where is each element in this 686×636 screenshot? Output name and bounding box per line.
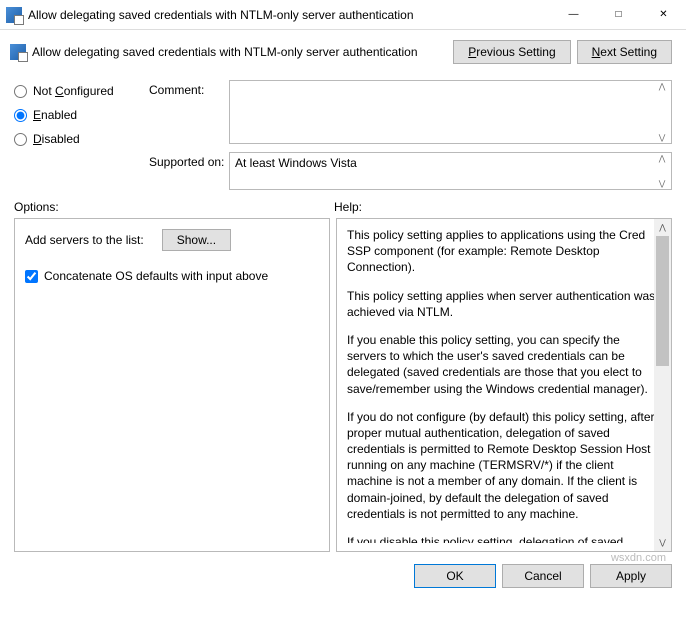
radio-disabled[interactable]: Disabled [14, 132, 149, 146]
help-paragraph: If you enable this policy setting, you c… [347, 332, 657, 397]
show-button[interactable]: Show... [162, 229, 231, 251]
scroll-down-icon[interactable]: ⋁ [654, 534, 671, 551]
footer: OK Cancel Apply [0, 552, 686, 588]
radio-not-configured-label: Not Configured [33, 84, 114, 98]
help-paragraph: This policy setting applies when server … [347, 288, 657, 320]
help-pane: This policy setting applies to applicati… [336, 218, 672, 552]
panes: Add servers to the list: Show... Concate… [0, 218, 686, 552]
radio-enabled-label: Enabled [33, 108, 77, 122]
options-section-label: Options: [14, 200, 334, 214]
concatenate-label: Concatenate OS defaults with input above [44, 269, 268, 283]
options-pane: Add servers to the list: Show... Concate… [14, 218, 330, 552]
state-radios: Not Configured Enabled Disabled [14, 80, 149, 198]
settings-area: Not Configured Enabled Disabled Comment:… [0, 74, 686, 198]
maximize-button[interactable]: □ [596, 0, 641, 29]
radio-not-configured[interactable]: Not Configured [14, 84, 149, 98]
radio-disabled-label: Disabled [33, 132, 80, 146]
radio-enabled[interactable]: Enabled [14, 108, 149, 122]
help-text: This policy setting applies to applicati… [347, 227, 665, 543]
scroll-up-icon[interactable]: ⋀ [654, 219, 671, 236]
supported-value: At least Windows Vista [235, 156, 357, 170]
comment-field-wrapper: ⋀⋁ [229, 80, 672, 144]
close-button[interactable]: ✕ [641, 0, 686, 29]
concatenate-checkbox[interactable] [25, 270, 38, 283]
policy-title: Allow delegating saved credentials with … [32, 45, 447, 59]
comment-scrollbar[interactable]: ⋀⋁ [654, 82, 670, 142]
help-paragraph: This policy setting applies to applicati… [347, 227, 657, 276]
ok-button[interactable]: OK [414, 564, 496, 588]
cancel-button[interactable]: Cancel [502, 564, 584, 588]
minimize-button[interactable]: — [551, 0, 596, 29]
help-scrollbar[interactable]: ⋀ ⋁ [654, 219, 671, 551]
supported-scrollbar[interactable]: ⋀⋁ [654, 154, 670, 188]
add-servers-label: Add servers to the list: [25, 233, 144, 247]
supported-field: At least Windows Vista ⋀⋁ [229, 152, 672, 190]
fields-column: Comment: ⋀⋁ Supported on: At least Windo… [149, 80, 672, 198]
scroll-thumb[interactable] [656, 236, 669, 366]
comment-row: Comment: ⋀⋁ [149, 80, 672, 144]
help-paragraph: If you do not configure (by default) thi… [347, 409, 657, 522]
supported-row: Supported on: At least Windows Vista ⋀⋁ [149, 152, 672, 190]
window-title: Allow delegating saved credentials with … [28, 8, 551, 22]
radio-disabled-input[interactable] [14, 133, 27, 146]
app-icon [6, 7, 22, 23]
header: Allow delegating saved credentials with … [0, 30, 686, 74]
previous-setting-button[interactable]: Previous Setting [453, 40, 570, 64]
radio-enabled-input[interactable] [14, 109, 27, 122]
section-labels: Options: Help: [0, 198, 686, 218]
supported-label: Supported on: [149, 152, 229, 190]
help-paragraph: If you disable this policy setting, dele… [347, 534, 657, 543]
policy-icon [10, 44, 26, 60]
titlebar: Allow delegating saved credentials with … [0, 0, 686, 30]
radio-not-configured-input[interactable] [14, 85, 27, 98]
help-section-label: Help: [334, 200, 672, 214]
add-servers-row: Add servers to the list: Show... [25, 229, 319, 251]
comment-label: Comment: [149, 80, 229, 144]
next-setting-button[interactable]: Next Setting [577, 40, 672, 64]
apply-button[interactable]: Apply [590, 564, 672, 588]
concatenate-row[interactable]: Concatenate OS defaults with input above [25, 269, 319, 283]
window-controls: — □ ✕ [551, 0, 686, 29]
comment-field[interactable] [230, 81, 654, 143]
